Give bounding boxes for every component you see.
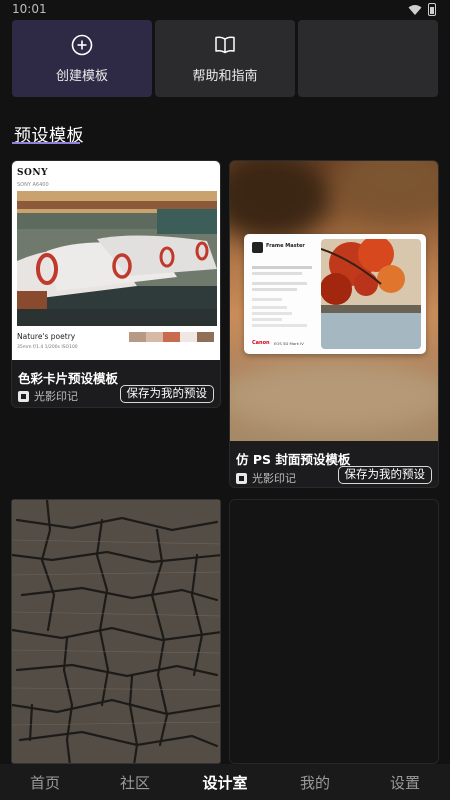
template-card[interactable]: Frame Master Canon EOS 5D Mark IV 仿 PS 封… [229, 160, 439, 488]
status-time: 10:01 [12, 2, 47, 16]
bokeh-blur [230, 361, 438, 431]
fm-text-line [252, 288, 297, 291]
author-name: 光影印记 [252, 472, 296, 485]
empty-template-card[interactable] [229, 499, 439, 764]
book-icon [215, 36, 235, 54]
status-icons [408, 3, 436, 16]
fm-text-line [252, 266, 312, 269]
nav-mine[interactable]: 我的 [280, 772, 350, 793]
template-preview[interactable]: Frame Master Canon EOS 5D Mark IV [230, 161, 438, 441]
color-swatch [129, 332, 146, 342]
nav-settings[interactable]: 设置 [370, 772, 440, 793]
create-template-button[interactable]: 创建模板 [12, 20, 152, 97]
fm-text-line [252, 306, 287, 309]
camera-brand: Canon [252, 340, 270, 346]
bokeh-blur [340, 161, 438, 221]
save-preset-button[interactable]: 保存为我的预设 [337, 466, 432, 484]
fm-text-line [252, 272, 302, 275]
fm-text-line [252, 282, 307, 285]
bottom-nav: 首页 社区 设计室 我的 设置 [0, 764, 450, 800]
preview-brand: SONY [17, 168, 48, 178]
author-name: 光影印记 [34, 390, 78, 403]
wood-texture-preview[interactable] [12, 500, 221, 764]
nav-community[interactable]: 社区 [100, 772, 170, 793]
template-author: 光影印记 [236, 470, 296, 486]
nav-design-studio[interactable]: 设计室 [190, 772, 260, 793]
color-swatches [129, 332, 214, 342]
template-preview[interactable]: SONY SONY A6400 Nature's poetry 35mm f/1… [12, 161, 220, 360]
help-guide-label: 帮助和指南 [192, 69, 258, 84]
preview-exif: 35mm f/1.4 1/200s ISO100 [17, 345, 78, 350]
template-title: 色彩卡片预设模板 [18, 371, 119, 386]
bokeh-blur [230, 161, 330, 241]
preview-caption: Nature's poetry [17, 332, 76, 341]
battery-icon [428, 3, 436, 16]
fm-text-line [252, 312, 292, 315]
template-author: 光影印记 [18, 388, 78, 404]
save-preset-button[interactable]: 保存为我的预设 [119, 385, 214, 403]
color-swatch [146, 332, 163, 342]
fm-text-line [252, 298, 282, 301]
status-bar: 10:01 [0, 0, 450, 20]
color-swatch [163, 332, 180, 342]
author-logo-icon [236, 472, 247, 484]
color-swatch [197, 332, 214, 342]
nav-home[interactable]: 首页 [10, 772, 80, 793]
create-template-label: 创建模板 [55, 69, 108, 84]
frame-master-logo [252, 242, 263, 253]
color-swatch [180, 332, 197, 342]
camera-model: EOS 5D Mark IV [274, 341, 304, 346]
add-circle-icon [71, 34, 93, 56]
template-card[interactable] [11, 499, 221, 764]
action-row: 创建模板 帮助和指南 [12, 20, 438, 97]
template-card[interactable]: SONY SONY A6400 Nature's poetry 35mm f/1… [11, 160, 221, 408]
help-guide-button[interactable]: 帮助和指南 [155, 20, 295, 97]
author-logo-icon [18, 390, 29, 402]
wifi-icon [408, 4, 422, 15]
preview-model: SONY A6400 [17, 182, 49, 188]
fm-text-line [252, 324, 307, 327]
fm-text-line [252, 318, 282, 321]
frame-master-card: Frame Master Canon EOS 5D Mark IV [244, 234, 426, 354]
swan-boats-photo [17, 191, 217, 326]
autumn-maple-photo [321, 239, 421, 349]
frame-master-name: Frame Master [266, 243, 305, 249]
template-title: 仿 PS 封面预设模板 [236, 452, 351, 467]
empty-action-slot[interactable] [298, 20, 438, 97]
section-underline [12, 142, 80, 144]
